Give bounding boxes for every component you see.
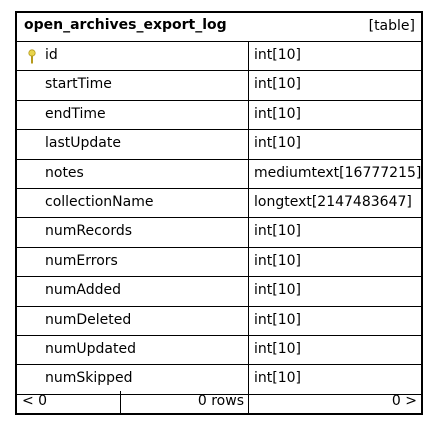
prev-link[interactable]: < 0 xyxy=(22,393,47,409)
next-link[interactable]: 0 > xyxy=(392,393,417,409)
column-row[interactable]: numDeleted int[10] xyxy=(17,306,421,336)
column-type: int[10] xyxy=(248,100,421,130)
column-name: lastUpdate xyxy=(45,135,121,152)
column-row[interactable]: endTime int[10] xyxy=(17,100,421,131)
column-name: numSkipped xyxy=(45,370,133,387)
column-name: notes xyxy=(45,164,84,181)
column-name: numAdded xyxy=(45,282,121,299)
column-row[interactable]: startTime int[10] xyxy=(17,71,421,101)
footer-next-cell[interactable]: 0 > xyxy=(249,391,421,413)
column-row[interactable]: numUpdated int[10] xyxy=(17,336,421,366)
column-type: int[10] xyxy=(248,277,421,306)
column-name: endTime xyxy=(45,105,106,122)
column-type: longtext[2147483647] xyxy=(248,189,421,218)
column-row[interactable]: numErrors int[10] xyxy=(17,247,421,278)
column-type: int[10] xyxy=(248,365,421,394)
column-type: mediumtext[16777215] xyxy=(248,159,421,188)
table-kind: [table] xyxy=(368,18,415,34)
column-name: id xyxy=(45,47,58,63)
column-name: collectionName xyxy=(45,194,154,210)
column-name: numErrors xyxy=(45,252,118,269)
column-type: int[10] xyxy=(248,247,421,277)
key-icon xyxy=(28,49,36,64)
column-type: int[10] xyxy=(248,130,421,159)
footer-rows-cell: 0 rows xyxy=(121,391,249,413)
footer-prev-cell[interactable]: < 0 xyxy=(17,391,121,413)
row-count: 0 rows xyxy=(197,393,244,409)
column-row[interactable]: numAdded int[10] xyxy=(17,277,421,307)
column-row[interactable]: notes mediumtext[16777215] xyxy=(17,159,421,189)
column-type: int[10] xyxy=(248,336,421,365)
column-type: int[10] xyxy=(248,71,421,100)
column-name: numUpdated xyxy=(45,341,136,357)
column-row[interactable]: id int[10] xyxy=(17,42,421,72)
column-row[interactable]: numRecords int[10] xyxy=(17,218,421,248)
column-type: int[10] xyxy=(248,306,421,335)
column-name: numDeleted xyxy=(45,311,132,328)
table-box: open_archives_export_log [table] id int[1… xyxy=(15,11,423,415)
table-name[interactable]: open_archives_export_log xyxy=(24,17,227,33)
table-footer: < 0 0 rows 0 > xyxy=(17,391,421,413)
column-name: numRecords xyxy=(45,223,133,240)
table-header: open_archives_export_log [table] xyxy=(17,13,421,42)
column-row[interactable]: collectionName longtext[2147483647] xyxy=(17,189,421,219)
column-type: int[10] xyxy=(248,42,421,71)
column-row[interactable]: lastUpdate int[10] xyxy=(17,130,421,160)
column-name: startTime xyxy=(45,76,112,93)
column-type: int[10] xyxy=(248,218,421,247)
